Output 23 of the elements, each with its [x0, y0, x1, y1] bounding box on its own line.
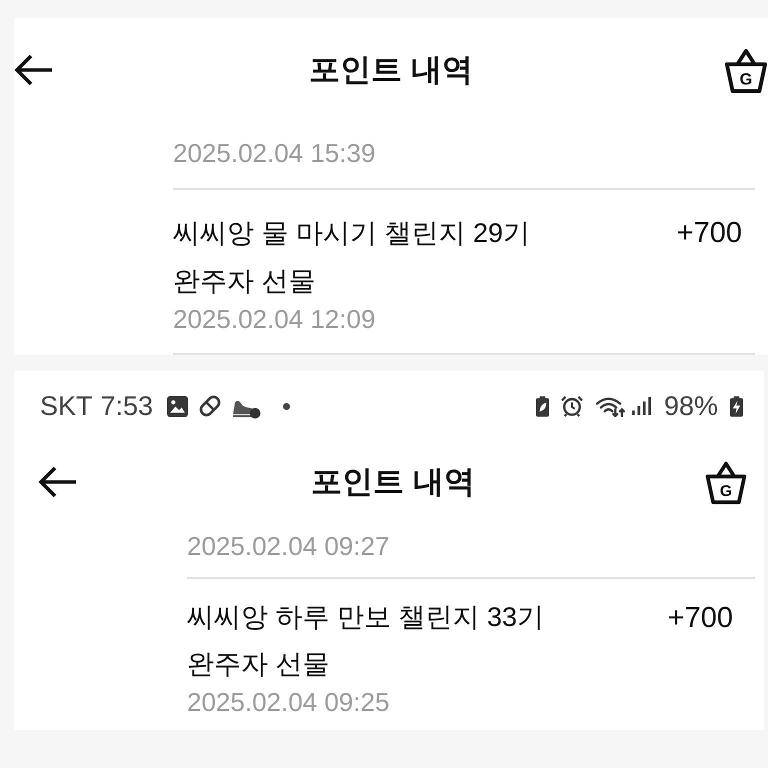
- back-arrow-icon[interactable]: [38, 466, 78, 498]
- status-time: 7:53: [100, 390, 154, 422]
- entry-date: 2025.02.04 09:27: [187, 532, 390, 560]
- alarm-clock-icon: [560, 395, 583, 417]
- entry-title: 씨씨앙 하루 만보 챌린지 33기 완주자 선물: [187, 601, 546, 681]
- entry-date: 2025.02.04 09:25: [187, 688, 390, 716]
- wifi-icon: [594, 396, 626, 416]
- image-icon: [167, 396, 188, 416]
- charging-battery-icon: [730, 396, 743, 416]
- leaf-battery-icon: [536, 396, 549, 416]
- capsule-icon: [198, 394, 222, 418]
- carrier-name: SKT: [40, 390, 93, 422]
- point-amount: +700: [668, 601, 733, 636]
- entry-date: 2025.02.04 15:39: [173, 139, 376, 167]
- battery-percent: 98%: [664, 390, 718, 422]
- signal-icon: [632, 397, 652, 415]
- entry-title: 씨씨앙 물 마시기 챌린지 29기 완주자 선물: [173, 217, 532, 298]
- back-arrow-icon[interactable]: [14, 54, 54, 86]
- page-title: 포인트 내역: [309, 51, 473, 89]
- page-title: 포인트 내역: [311, 463, 475, 501]
- point-amount: +700: [676, 216, 742, 251]
- dot-icon: [283, 402, 290, 410]
- entry-date: 2025.02.04 12:09: [173, 305, 376, 333]
